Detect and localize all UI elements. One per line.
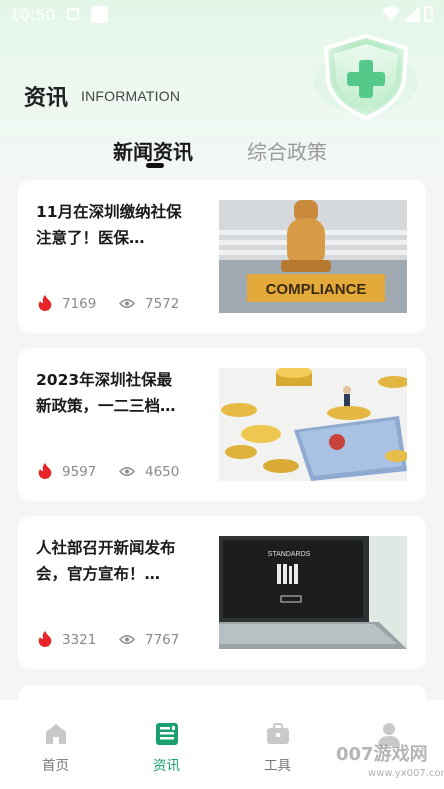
hot-flame-icon [38,631,52,647]
news-icon [156,723,178,745]
home-icon [46,724,66,744]
article-thumbnail-compliance: COMPLIANCE [219,200,407,313]
article-card[interactable]: 人社部召开新闻发布会，官方宣布！… 3321 7767 STANDARDS [18,516,426,669]
nav-label-tools: 工具 [264,758,291,774]
standards-text: STANDARDS [268,551,311,558]
eye-icon [119,635,135,644]
article-card[interactable]: 2023年深圳社保最新政策，一二三档… 9597 4650 [18,348,426,501]
tab-indicator [146,163,164,168]
toolbox-icon [267,723,289,744]
nav-label-home: 首页 [42,758,69,774]
shield-plus-icon [314,33,418,121]
article-title: 人社部召开新闻发布会，官方宣布！… [36,539,176,583]
hot-count: 9597 [62,464,97,480]
article-title: 11月在深圳缴纳社保注意了！医保… [36,203,182,247]
eye-icon [119,467,135,476]
battery-icon [424,6,433,22]
nav-label-news: 资讯 [153,758,180,774]
nav-news[interactable]: 资讯 [111,700,222,789]
page-subtitle: INFORMATION [81,88,181,104]
view-count: 7572 [145,296,180,312]
notification-icon-2 [91,6,108,23]
tab-news[interactable]: 新闻资讯 [113,136,193,165]
signal-icon [404,6,420,22]
compliance-text: COMPLIANCE [266,281,367,298]
eye-icon [119,299,135,308]
status-time: 10:50 [10,6,56,24]
nav-tools[interactable]: 工具 [222,700,333,789]
article-thumbnail-laptop: STANDARDS [219,536,407,649]
hot-flame-icon [38,463,52,479]
watermark: 007游戏网 [336,744,428,765]
view-count: 7767 [145,632,180,648]
watermark-url: www.yx007.com [368,768,444,779]
hot-flame-icon [38,295,52,311]
article-title: 2023年深圳社保最新政策，一二三档… [36,371,176,415]
hot-count: 7169 [62,296,97,312]
article-card[interactable]: 11月在深圳缴纳社保注意了！医保… 7169 7572 COMPLIANCE [18,180,426,333]
tab-policy[interactable]: 综合政策 [247,136,327,165]
article-thumbnail-coins-card [219,368,407,481]
page-title: 资讯 [24,86,69,111]
status-bar: 10:50 [0,0,444,30]
view-count: 4650 [145,464,180,480]
wifi-icon [382,6,400,21]
notification-icon [67,8,79,20]
nav-home[interactable]: 首页 [0,700,111,789]
hot-count: 3321 [62,632,97,648]
